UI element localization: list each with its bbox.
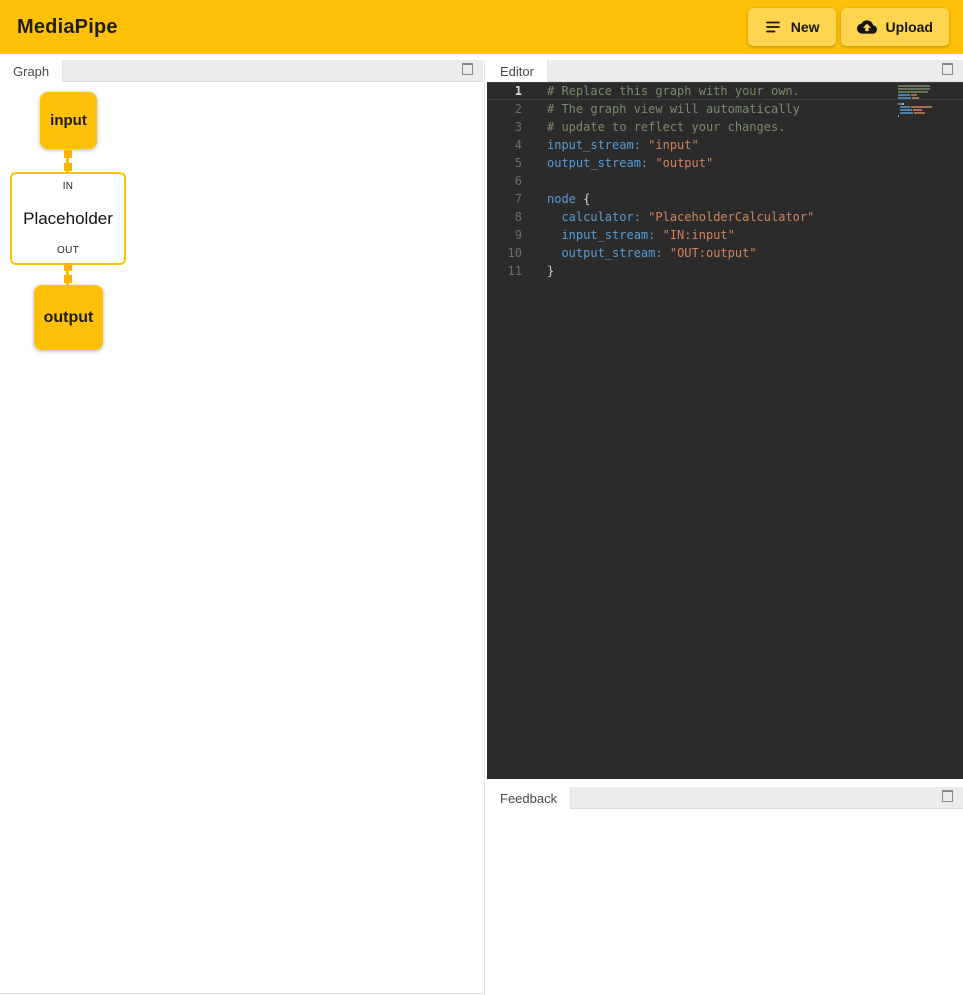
line-number: 10 (487, 244, 534, 262)
maximize-icon[interactable] (462, 63, 473, 75)
code-editor[interactable]: 1# Replace this graph with your own.2# T… (487, 82, 963, 779)
code-line: 2# The graph view will automatically (487, 100, 963, 118)
line-number: 11 (487, 262, 534, 280)
tab-graph-label: Graph (13, 64, 49, 79)
tab-feedback[interactable]: Feedback (487, 787, 571, 809)
graph-canvas[interactable]: input IN Placeholder OUT output (0, 82, 483, 993)
line-number: 9 (487, 226, 534, 244)
tab-feedback-label: Feedback (500, 791, 557, 806)
upload-button-label: Upload (886, 19, 933, 35)
editor-panel: Editor 1# Replace this graph with your o… (487, 60, 963, 779)
tab-graph[interactable]: Graph (0, 60, 63, 82)
line-number: 6 (487, 172, 534, 190)
editor-minimap[interactable] (898, 85, 942, 118)
graph-node-placeholder[interactable]: IN Placeholder OUT (10, 172, 126, 265)
horizontal-panel-splitter[interactable] (487, 779, 963, 787)
placeholder-node-label: Placeholder (23, 209, 113, 229)
new-graph-icon (764, 18, 782, 36)
code-line: 6 (487, 172, 963, 190)
line-number: 3 (487, 118, 534, 136)
app: MediaPipe New Upload Graph i (0, 0, 963, 995)
line-number: 4 (487, 136, 534, 154)
feedback-panel: Feedback (487, 787, 963, 995)
output-port-marker (64, 150, 72, 158)
output-port-marker (64, 263, 72, 271)
tab-editor[interactable]: Editor (487, 60, 548, 82)
code-line: 3# update to reflect your changes. (487, 118, 963, 136)
feedback-tabstrip: Feedback (487, 787, 963, 809)
editor-tabstrip: Editor (487, 60, 963, 82)
graph-tabstrip: Graph (0, 60, 483, 82)
app-title: MediaPipe (17, 16, 118, 39)
app-header: MediaPipe New Upload (0, 0, 963, 54)
line-number: 1 (487, 82, 534, 100)
graph-node-output[interactable]: output (34, 285, 103, 350)
upload-cloud-icon (857, 17, 877, 37)
code-line: 9 input_stream: "IN:input" (487, 226, 963, 244)
graph-panel: Graph input IN Placeholder OUT output (0, 60, 483, 994)
header-buttons: New Upload (748, 8, 949, 46)
code-line: 10 output_stream: "OUT:output" (487, 244, 963, 262)
maximize-icon[interactable] (942, 790, 953, 802)
graph-node-input[interactable]: input (40, 92, 97, 149)
code-line: 11} (487, 262, 963, 280)
out-port-label: OUT (57, 245, 79, 256)
tab-editor-label: Editor (500, 64, 534, 79)
new-button-label: New (791, 19, 820, 35)
line-number: 7 (487, 190, 534, 208)
in-port-label: IN (63, 181, 74, 192)
line-number: 2 (487, 100, 534, 118)
line-number: 5 (487, 154, 534, 172)
input-port-marker (64, 163, 72, 171)
new-button[interactable]: New (748, 8, 836, 46)
code-line: 1# Replace this graph with your own. (487, 82, 963, 100)
maximize-icon[interactable] (942, 63, 953, 75)
feedback-content (487, 809, 963, 995)
upload-button[interactable]: Upload (841, 8, 949, 46)
line-number: 8 (487, 208, 534, 226)
input-port-marker (64, 275, 72, 283)
code-line: 5output_stream: "output" (487, 154, 963, 172)
code-line: 7node { (487, 190, 963, 208)
code-line: 4input_stream: "input" (487, 136, 963, 154)
code-line: 8 calculator: "PlaceholderCalculator" (487, 208, 963, 226)
editor-lines: 1# Replace this graph with your own.2# T… (487, 82, 963, 280)
minimap-content (898, 85, 942, 117)
